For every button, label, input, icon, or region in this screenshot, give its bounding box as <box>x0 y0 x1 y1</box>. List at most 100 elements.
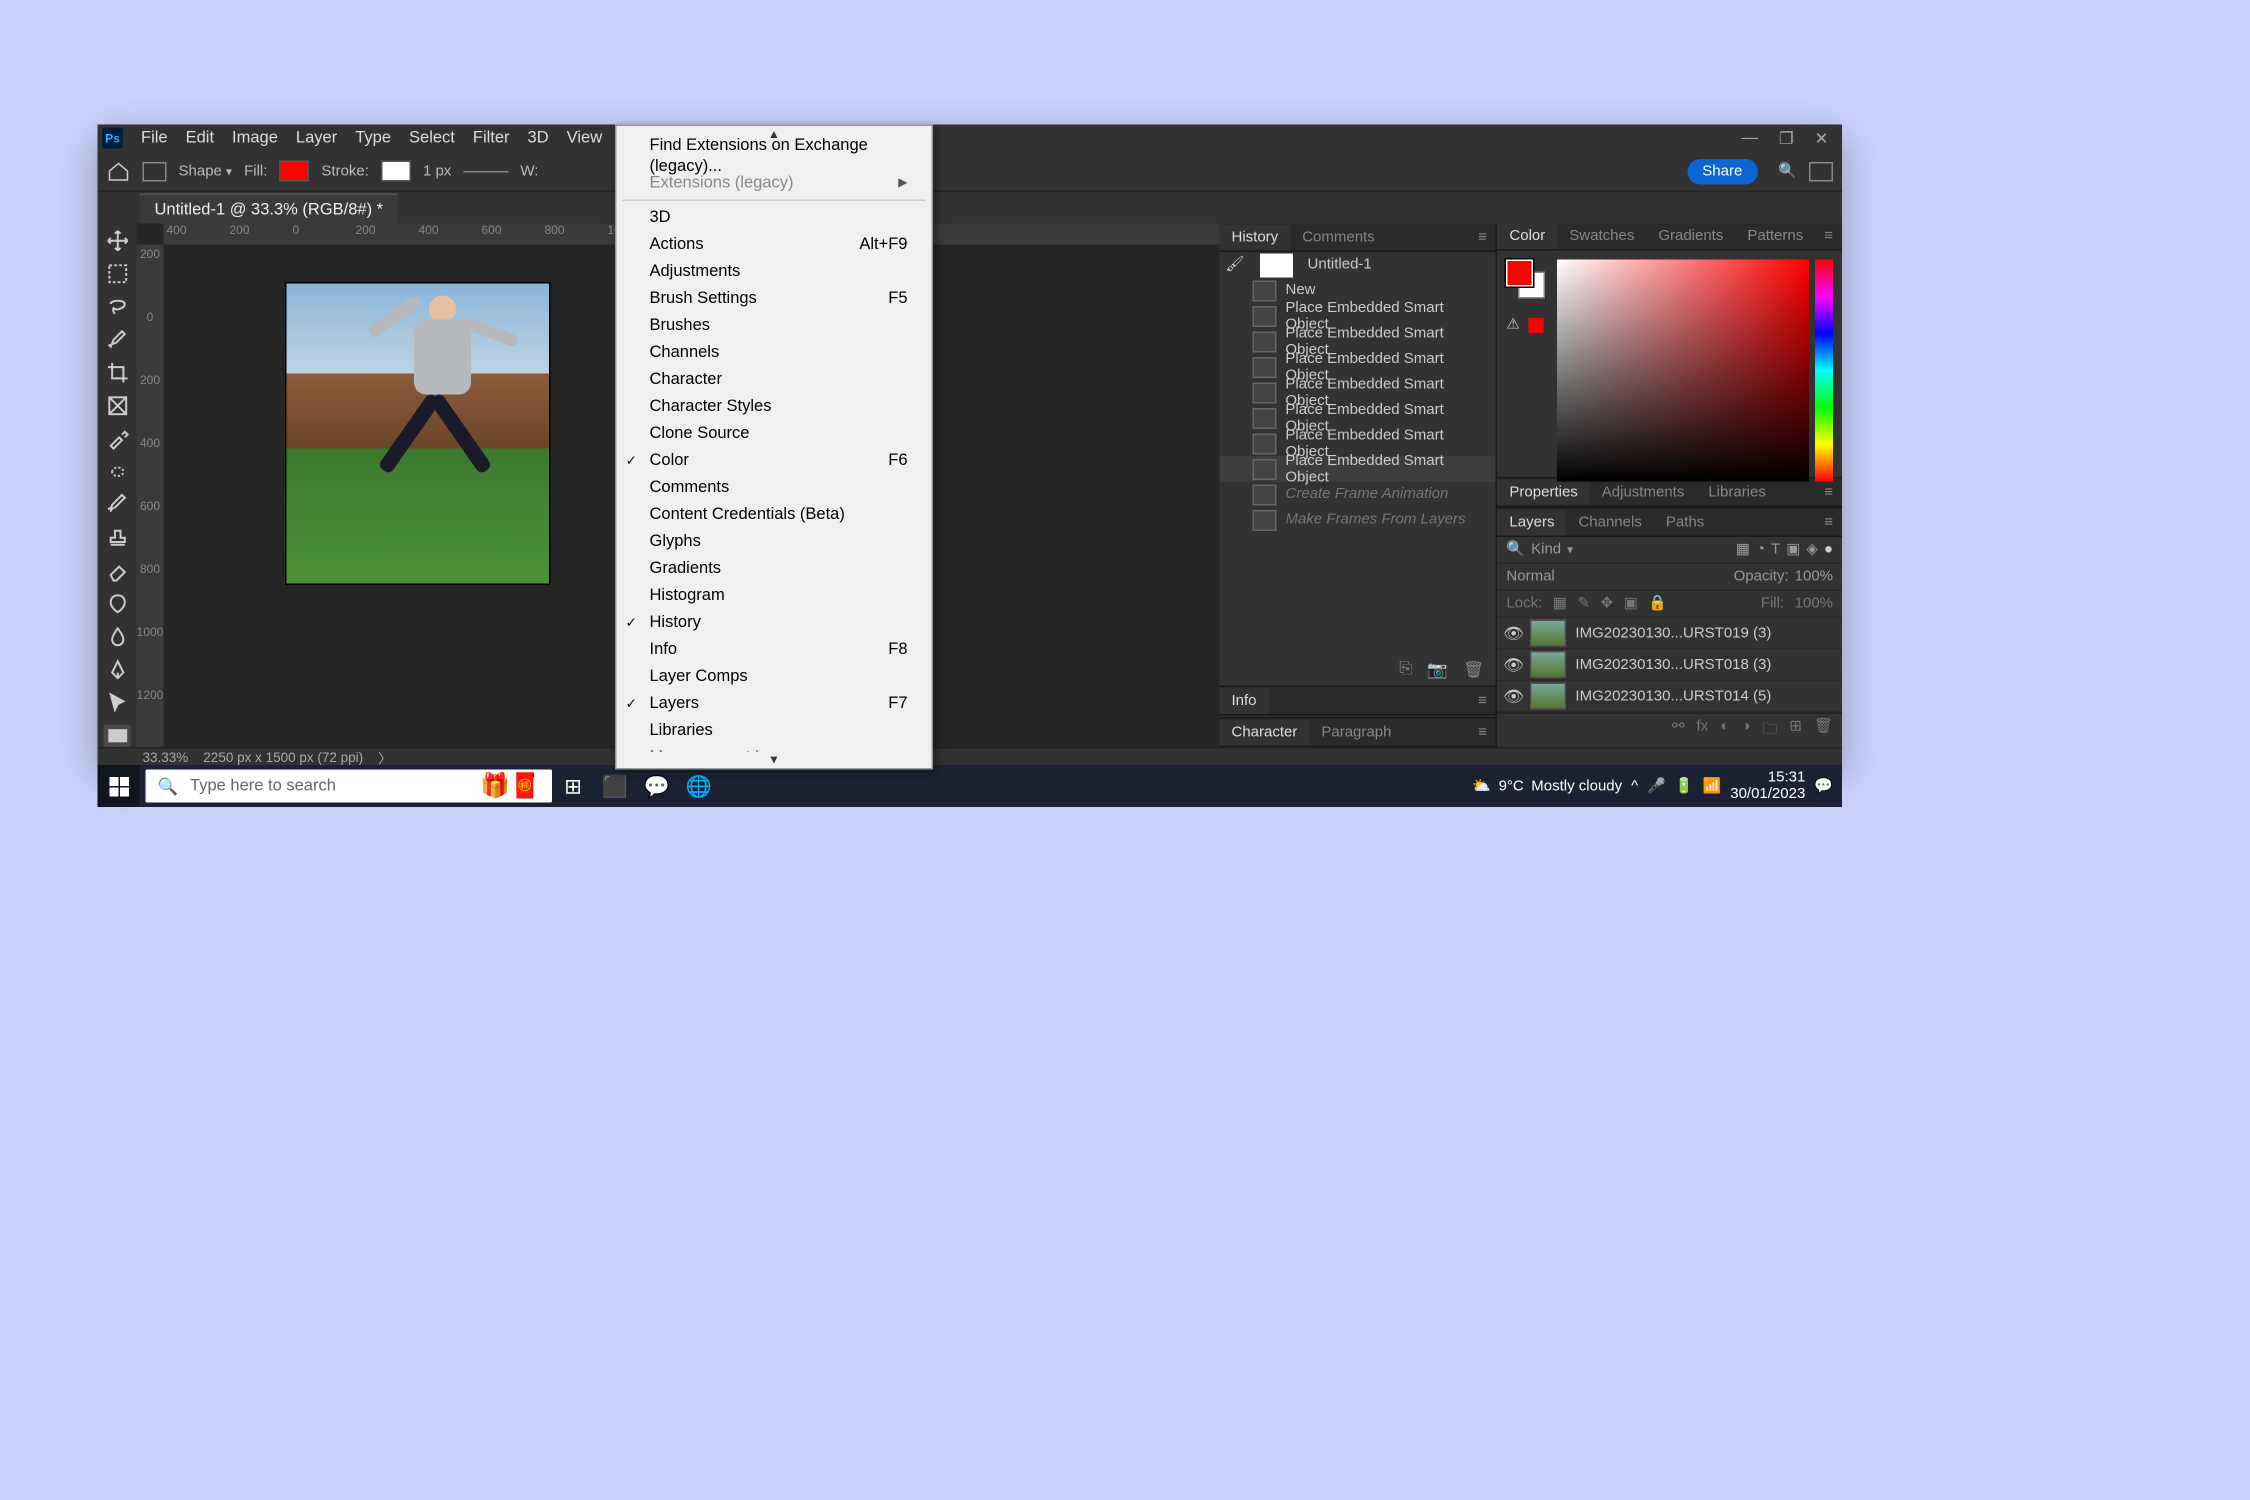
menu-item-comments[interactable]: Comments <box>617 474 932 501</box>
tab-history[interactable]: History <box>1220 224 1291 250</box>
visibility-toggle[interactable]: 👁 <box>1503 623 1521 643</box>
menu-item-layer-comps[interactable]: Layer Comps <box>617 663 932 690</box>
fill-swatch[interactable] <box>279 161 309 182</box>
tab-patterns[interactable]: Patterns <box>1735 224 1815 250</box>
tray-battery-icon[interactable]: 🔋 <box>1675 778 1694 795</box>
taskbar-app-chrome[interactable]: 🌐 <box>678 765 720 807</box>
gamut-warning-icon[interactable]: ⚠ <box>1506 317 1519 334</box>
pen-tool[interactable] <box>104 659 131 682</box>
menu-item-adjustments[interactable]: Adjustments <box>617 258 932 285</box>
menu-item-channels[interactable]: Channels <box>617 339 932 366</box>
stroke-swatch[interactable] <box>381 161 411 182</box>
snapshot-icon[interactable]: 📷 <box>1427 660 1448 680</box>
menu-item-3d[interactable]: 3D <box>617 204 932 231</box>
menu-3d[interactable]: 3D <box>519 126 558 150</box>
visibility-toggle[interactable]: 👁 <box>1503 686 1521 706</box>
taskbar-app-2[interactable]: 💬 <box>636 765 678 807</box>
crop-tool[interactable] <box>104 362 131 385</box>
menu-item-history[interactable]: History <box>617 609 932 636</box>
menu-filter[interactable]: Filter <box>464 126 519 150</box>
marquee-tool[interactable] <box>104 263 131 286</box>
tab-color[interactable]: Color <box>1497 224 1557 250</box>
hue-slider[interactable] <box>1815 260 1833 482</box>
maximize-button[interactable]: ❐ <box>1779 128 1794 148</box>
menu-item-gradients[interactable]: Gradients <box>617 555 932 582</box>
blur-tool[interactable] <box>104 626 131 649</box>
brush-tool[interactable] <box>104 329 131 352</box>
patch-tool[interactable] <box>104 461 131 484</box>
layer-row[interactable]: 👁IMG20230130...URST018 (3) <box>1497 650 1842 682</box>
link-layers-icon[interactable]: ⚯ <box>1672 719 1685 745</box>
move-tool[interactable] <box>104 230 131 253</box>
stroke-width[interactable]: 1 px <box>423 163 451 180</box>
history-document-row[interactable]: 🖌 Untitled-1 <box>1220 252 1496 278</box>
menu-item-character[interactable]: Character <box>617 366 932 393</box>
menu-item-content-credentials-beta-[interactable]: Content Credentials (Beta) <box>617 501 932 528</box>
menu-item-info[interactable]: InfoF8 <box>617 636 932 663</box>
start-button[interactable] <box>98 765 140 807</box>
menu-edit[interactable]: Edit <box>177 126 223 150</box>
foreground-background-colors[interactable] <box>1506 260 1545 299</box>
layer-row[interactable]: 👁IMG20230130...URST019 (3) <box>1497 618 1842 650</box>
color-field[interactable] <box>1557 260 1809 482</box>
group-icon[interactable]: 🗀 <box>1762 719 1777 745</box>
tab-info[interactable]: Info <box>1220 688 1269 714</box>
menu-item-brushes[interactable]: Brushes <box>617 312 932 339</box>
panel-menu-icon[interactable]: ≡ <box>1469 229 1496 246</box>
taskbar-search[interactable]: 🔍 Type here to search 🎁🧧 <box>146 770 553 803</box>
paintbrush-tool[interactable] <box>104 494 131 517</box>
menu-item-brush-settings[interactable]: Brush SettingsF5 <box>617 285 932 312</box>
mask-icon[interactable]: ◐ <box>1720 719 1729 745</box>
blend-mode[interactable]: Normal <box>1506 569 1554 586</box>
rectangle-tool[interactable] <box>104 725 131 748</box>
closest-color-swatch[interactable] <box>1527 317 1545 335</box>
adjustment-icon[interactable]: ◑ <box>1741 719 1750 745</box>
fx-icon[interactable]: fx <box>1697 719 1709 745</box>
eyedropper-tool[interactable] <box>104 428 131 451</box>
delete-layer-icon[interactable]: 🗑 <box>1814 719 1833 745</box>
visibility-toggle[interactable]: 👁 <box>1503 655 1521 675</box>
path-select-tool[interactable] <box>104 692 131 715</box>
menu-item-histogram[interactable]: Histogram <box>617 582 932 609</box>
history-state[interactable]: Place Embedded Smart Object <box>1220 456 1496 482</box>
taskbar-clock[interactable]: 15:31 30/01/2023 <box>1730 770 1805 803</box>
minimize-button[interactable]: — <box>1741 128 1758 148</box>
tab-properties[interactable]: Properties <box>1497 479 1589 505</box>
document-tab[interactable]: Untitled-1 @ 33.3% (RGB/8#) * <box>140 193 399 225</box>
create-document-icon[interactable]: ⎘ <box>1399 660 1412 680</box>
menu-item-find-extensions[interactable]: Find Extensions on Exchange (legacy)... <box>617 143 932 170</box>
menu-layer[interactable]: Layer <box>287 126 346 150</box>
history-state[interactable]: Create Frame Animation <box>1220 482 1496 508</box>
opacity-value[interactable]: 100% <box>1795 569 1833 586</box>
new-layer-icon[interactable]: ⊞ <box>1789 719 1802 745</box>
menu-file[interactable]: File <box>132 126 177 150</box>
tab-channels[interactable]: Channels <box>1566 509 1653 535</box>
layer-row[interactable]: 👁IMG20230130...URST014 (5) <box>1497 681 1842 713</box>
tab-comments[interactable]: Comments <box>1290 224 1387 250</box>
menu-item-layers[interactable]: LayersF7 <box>617 690 932 717</box>
menu-view[interactable]: View <box>558 126 611 150</box>
tray-mic-icon[interactable]: 🎤 <box>1647 778 1666 795</box>
menu-item-glyphs[interactable]: Glyphs <box>617 528 932 555</box>
zoom-level[interactable]: 33.33% <box>143 750 189 765</box>
menu-item-actions[interactable]: ActionsAlt+F9 <box>617 231 932 258</box>
menu-item-color[interactable]: ColorF6 <box>617 447 932 474</box>
shape-mode[interactable]: Shape ▾ <box>179 163 233 180</box>
notifications-icon[interactable]: 💬 <box>1814 778 1833 795</box>
dropdown-scroll-down[interactable]: ▼ <box>617 752 932 769</box>
menu-image[interactable]: Image <box>223 126 287 150</box>
weather-widget[interactable]: ⛅ 9°C Mostly cloudy <box>1472 778 1622 795</box>
menu-type[interactable]: Type <box>346 126 400 150</box>
tab-gradients[interactable]: Gradients <box>1646 224 1735 250</box>
tool-preset-picker[interactable] <box>143 161 167 181</box>
document-canvas[interactable] <box>287 284 550 584</box>
menu-item-clone-source[interactable]: Clone Source <box>617 420 932 447</box>
search-icon[interactable]: 🔍 <box>1778 163 1797 180</box>
gradient-tool[interactable] <box>104 593 131 616</box>
menu-item-character-styles[interactable]: Character Styles <box>617 393 932 420</box>
delete-state-icon[interactable]: 🗑 <box>1463 660 1484 680</box>
tab-paragraph[interactable]: Paragraph <box>1309 719 1403 745</box>
tab-adjustments[interactable]: Adjustments <box>1590 479 1697 505</box>
home-icon[interactable] <box>107 161 131 182</box>
tray-chevron-icon[interactable]: ^ <box>1631 778 1638 795</box>
